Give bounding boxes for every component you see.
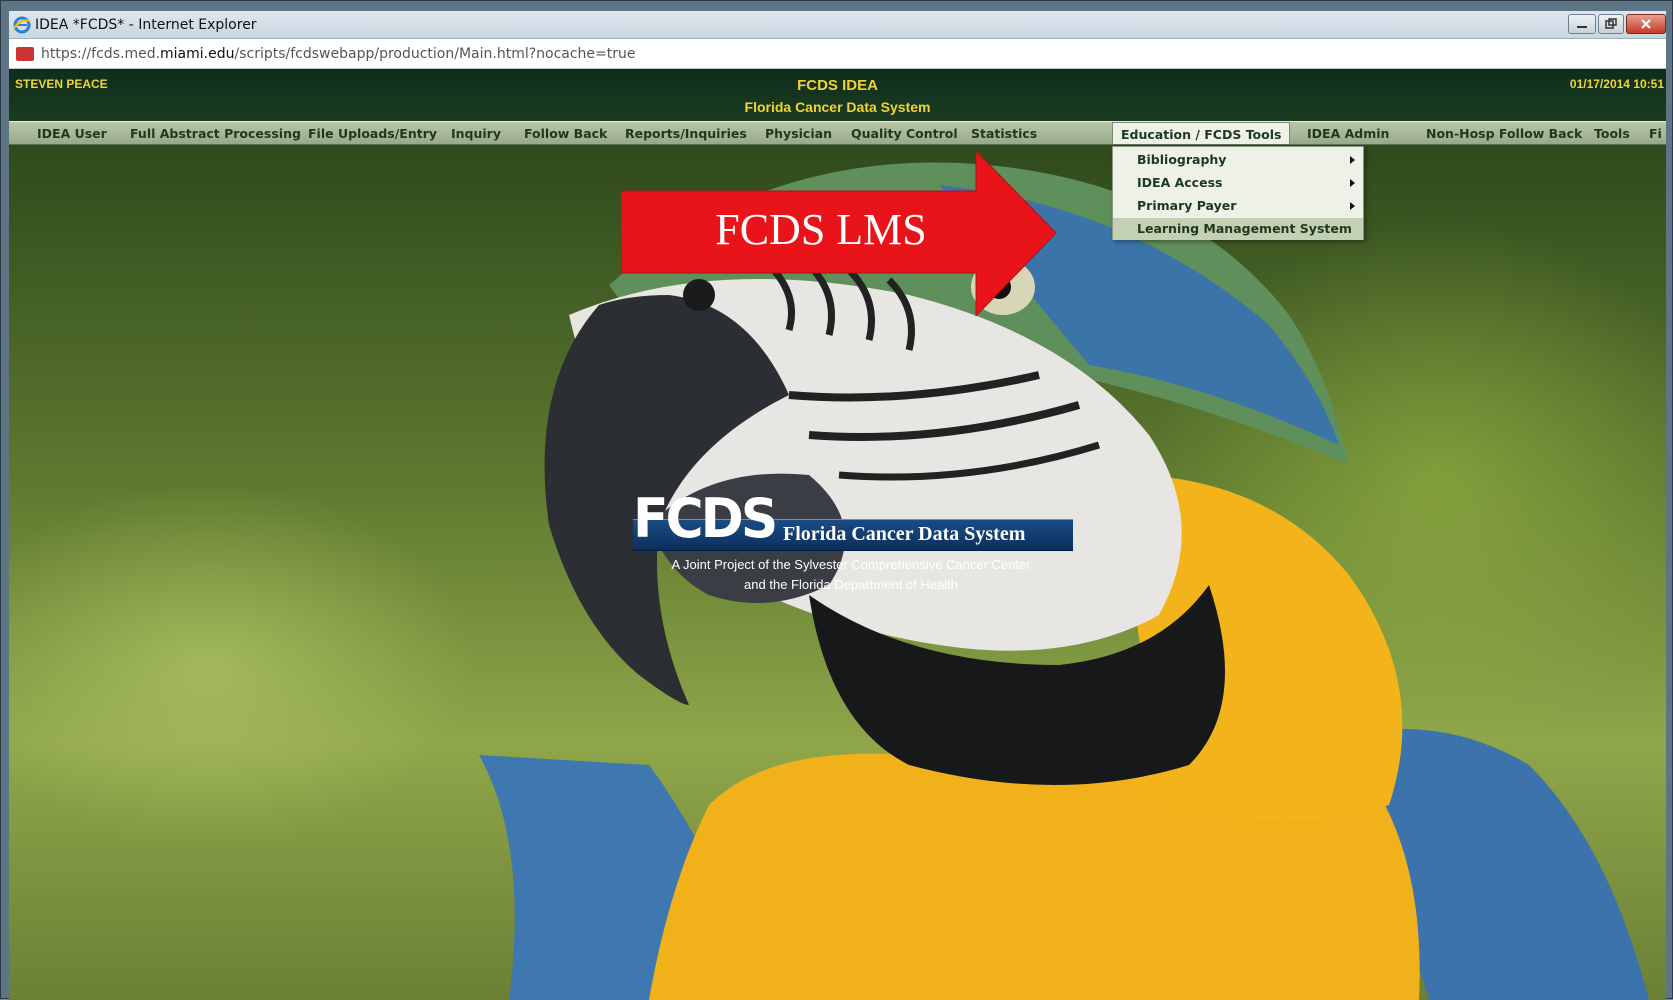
menu-item-follow-back[interactable]: Follow Back [516,122,615,144]
menu-item-reports-inquiries[interactable]: Reports/Inquiries [617,122,755,144]
url-prefix: https://fcds.med. [41,46,161,62]
dropdown-item-idea-access[interactable]: IDEA Access [1113,172,1363,194]
submenu-arrow-icon [1350,156,1355,164]
menu-item-tools[interactable]: Tools [1586,122,1638,144]
menu-item-quality-control[interactable]: Quality Control [843,122,966,144]
app-title: FCDS IDEA [797,77,878,94]
menu-item-education-fcds-tools[interactable]: Education / FCDS Tools [1112,122,1291,144]
menu-item-full-abstract-processing[interactable]: Full Abstract Processing [122,122,309,144]
header-datetime: 01/17/2014 10:51 [1569,77,1664,91]
internet-explorer-icon [13,16,31,34]
annotation-label: FCDS LMS [715,205,927,254]
address-url[interactable]: https://fcds.med.miami.edu/scripts/fcdsw… [41,46,636,62]
dropdown-item-label: Bibliography [1137,152,1227,167]
address-bar[interactable]: https://fcds.med.miami.edu/scripts/fcdsw… [9,39,1666,69]
menu-item-idea-admin[interactable]: IDEA Admin [1299,122,1397,144]
url-domain: miami.edu [160,46,235,62]
app-subtitle: Florida Cancer Data System [744,99,931,115]
menu-item-idea-user[interactable]: IDEA User [29,122,115,144]
logo-tagline-line1: A Joint Project of the Sylvester Compreh… [671,557,1031,572]
submenu-arrow-icon [1350,202,1355,210]
site-icon [16,47,34,61]
dropdown-item-label: Primary Payer [1137,198,1237,213]
menu-item-statistics[interactable]: Statistics [963,122,1045,144]
main-menu-bar: IDEA User Full Abstract Processing File … [9,121,1666,145]
fcds-logo: FCDS Florida Cancer Data System A Joint … [629,487,1073,599]
close-icon [1641,19,1651,29]
minimize-icon [1577,26,1587,28]
dropdown-item-learning-management-system[interactable]: Learning Management System [1113,218,1363,240]
menu-item-file-uploads-entry[interactable]: File Uploads/Entry [300,122,445,144]
title-bar[interactable]: IDEA *FCDS* - Internet Explorer [9,11,1666,39]
education-fcds-tools-dropdown: Bibliography IDEA Access Primary Payer L… [1112,146,1364,240]
browser-window: IDEA *FCDS* - Internet Explorer https://… [0,0,1673,1000]
menu-item-physician[interactable]: Physician [757,122,840,144]
menu-item-fi[interactable]: Fi [1641,122,1666,144]
logo-name: Florida Cancer Data System [783,523,1026,545]
menu-item-inquiry[interactable]: Inquiry [443,122,509,144]
url-path: /scripts/fcdswebapp/production/Main.html… [234,46,636,62]
dropdown-item-label: Learning Management System [1137,221,1352,236]
dropdown-item-bibliography[interactable]: Bibliography [1113,149,1363,171]
submenu-arrow-icon [1350,179,1355,187]
restore-icon [1605,18,1617,29]
close-button[interactable] [1626,14,1666,34]
logo-mark: FCDS [633,487,778,551]
window-title: IDEA *FCDS* - Internet Explorer [35,17,257,33]
app-header: STEVEN PEACE FCDS IDEA Florida Cancer Da… [9,69,1666,121]
restore-button[interactable] [1598,14,1624,34]
minimize-button[interactable] [1568,14,1596,34]
dropdown-item-primary-payer[interactable]: Primary Payer [1113,195,1363,217]
menu-item-non-hosp-follow-back[interactable]: Non-Hosp Follow Back [1418,122,1590,144]
dropdown-item-label: IDEA Access [1137,175,1223,190]
logo-tagline-line2: and the Florida Department of Health [744,577,958,592]
